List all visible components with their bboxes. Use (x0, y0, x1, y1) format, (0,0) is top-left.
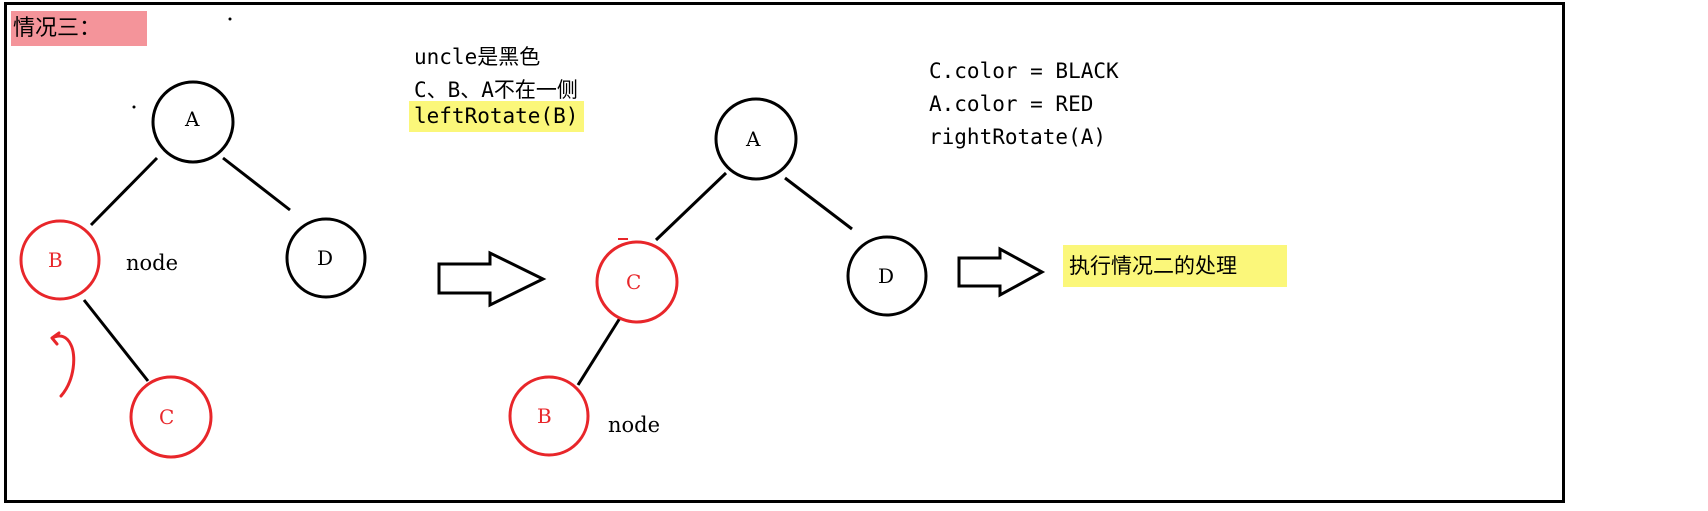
edge-a-b (89, 156, 159, 227)
result-arrow-icon (957, 246, 1046, 298)
node-a: A (151, 80, 235, 164)
node-c: C (129, 375, 213, 459)
node-d: D (285, 217, 367, 299)
transform-arrow-icon (437, 250, 547, 308)
edge-c-b (576, 317, 622, 386)
node-b-label: B (48, 248, 63, 272)
tree-after: A C B D node (508, 97, 928, 457)
speck-dot (132, 105, 136, 109)
node-d: D (846, 235, 928, 317)
edge-b-c (82, 299, 150, 382)
node-c-label: C (159, 405, 174, 429)
node-d-label: D (878, 264, 894, 288)
tree-before: A B C D node (19, 17, 367, 459)
node-pointer-label: node (126, 251, 178, 275)
node-a-label: A (745, 127, 761, 151)
edge-a-c (654, 171, 728, 242)
edge-a-d (784, 176, 853, 231)
tree-diagram: A B C D node A C B D node (19, 17, 1046, 459)
rotate-hook-icon (50, 331, 76, 398)
node-b: B (19, 219, 101, 301)
node-a: A (714, 97, 798, 181)
speck-dot (228, 17, 232, 21)
node-b-label: B (537, 404, 552, 428)
node-c-label: C (626, 270, 641, 294)
node-pointer-label: node (608, 413, 660, 437)
node-c: C (595, 240, 679, 324)
node-a-label: A (184, 107, 200, 131)
node-b: B (508, 375, 590, 457)
node-d-label: D (317, 246, 333, 270)
edge-a-d (222, 156, 291, 212)
canvas: 情况三： uncle是黑色 C、B、A不在一侧 leftRotate(B) C.… (0, 0, 1708, 511)
